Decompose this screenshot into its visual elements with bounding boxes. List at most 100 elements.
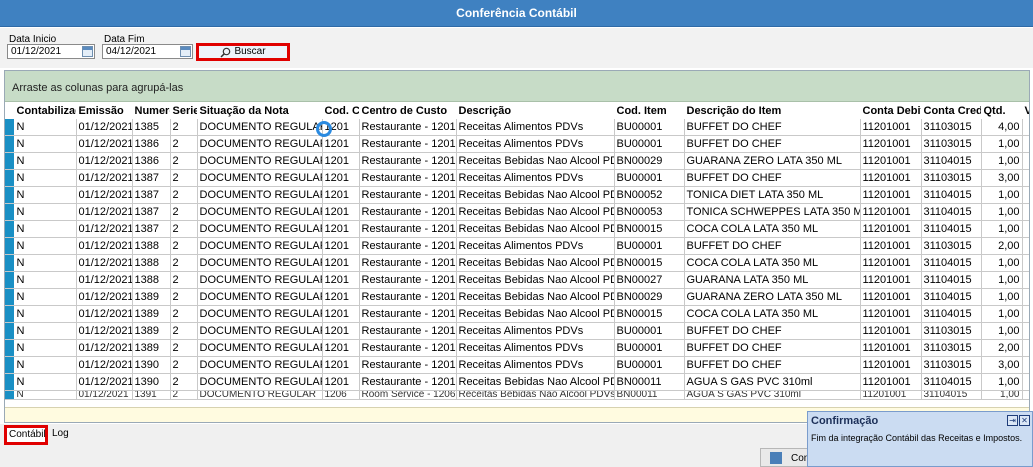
table-cell[interactable]: BN00011: [614, 373, 685, 391]
table-cell[interactable]: N: [14, 169, 77, 187]
table-cell[interactable]: 1201: [322, 322, 360, 340]
table-cell[interactable]: 2: [170, 305, 198, 323]
table-cell[interactable]: 11201001: [860, 339, 922, 357]
table-cell[interactable]: 1386: [132, 135, 171, 153]
table-cell[interactable]: N: [14, 152, 77, 170]
table-cell[interactable]: 31103015: [921, 322, 982, 340]
table-cell[interactable]: COCA COLA LATA 350 ML: [684, 305, 861, 323]
table-cell[interactable]: 1,00: [981, 271, 1023, 289]
table-cell[interactable]: 01/12/2021: [76, 220, 133, 238]
row-indicator[interactable]: [5, 356, 15, 374]
table-cell[interactable]: Receitas Bebidas Nao Alcool PDVs: [456, 152, 615, 170]
table-cell[interactable]: DOCUMENTO REGULAR: [197, 254, 323, 272]
table-cell[interactable]: Restaurante - 1201: [359, 152, 457, 170]
table-cell[interactable]: N: [14, 203, 77, 221]
table-cell[interactable]: BUFFET DO CHEF: [684, 356, 861, 374]
table-cell[interactable]: 11201001: [860, 186, 922, 204]
row-indicator[interactable]: [5, 203, 15, 221]
table-cell[interactable]: BN00053: [614, 203, 685, 221]
row-indicator[interactable]: [5, 169, 15, 187]
table-cell[interactable]: Receitas Bebidas Nao Alcool PDVs: [456, 390, 615, 400]
table-cell[interactable]: 1201: [322, 169, 360, 187]
table-cell[interactable]: 31103015: [921, 119, 982, 136]
column-header[interactable]: Descrição: [456, 102, 615, 119]
column-header[interactable]: Contabilizado: [14, 102, 77, 119]
table-cell[interactable]: N: [14, 339, 77, 357]
table-cell[interactable]: 1,00: [981, 152, 1023, 170]
table-cell[interactable]: 2: [170, 390, 198, 400]
table-cell[interactable]: N: [14, 373, 77, 391]
table-cell[interactable]: 1389: [132, 288, 171, 306]
table-cell[interactable]: N: [14, 322, 77, 340]
table-cell[interactable]: BN00052: [614, 186, 685, 204]
table-cell[interactable]: 31104015: [921, 152, 982, 170]
table-cell[interactable]: 1201: [322, 203, 360, 221]
table-cell[interactable]: 1387: [132, 203, 171, 221]
table-row[interactable]: N 01/12/2021 1390 2 DOCUMENTO REGULAR 1201 Res…: [5, 356, 1029, 374]
table-cell[interactable]: BU00001: [614, 135, 685, 153]
table-cell[interactable]: N: [14, 288, 77, 306]
table-cell[interactable]: 31103015: [921, 237, 982, 255]
table-cell[interactable]: 1387: [132, 169, 171, 187]
table-cell[interactable]: 01/12/2021: [76, 271, 133, 289]
table-cell[interactable]: 1206: [322, 390, 360, 400]
table-cell[interactable]: GUARANA ZERO LATA 350 ML: [684, 152, 861, 170]
column-header[interactable]: V: [1022, 102, 1029, 119]
table-cell[interactable]: BU00001: [614, 119, 685, 136]
table-cell[interactable]: 2: [170, 169, 198, 187]
table-cell[interactable]: 31103015: [921, 135, 982, 153]
table-cell[interactable]: 1390: [132, 373, 171, 391]
table-row[interactable]: N 01/12/2021 1388 2 DOCUMENTO REGULAR 1201 Res…: [5, 237, 1029, 255]
table-cell[interactable]: 1,00: [981, 288, 1023, 306]
table-cell[interactable]: BN00015: [614, 254, 685, 272]
table-row[interactable]: N 01/12/2021 1388 2 DOCUMENTO REGULAR 1201 Res…: [5, 271, 1029, 289]
row-indicator[interactable]: [5, 339, 15, 357]
table-cell[interactable]: N: [14, 119, 77, 136]
table-cell[interactable]: 11201001: [860, 373, 922, 391]
table-cell[interactable]: Restaurante - 1201: [359, 373, 457, 391]
table-cell[interactable]: 1201: [322, 271, 360, 289]
table-cell[interactable]: 4,00: [981, 119, 1023, 136]
table-cell[interactable]: 1201: [322, 356, 360, 374]
table-cell[interactable]: DOCUMENTO REGULAR: [197, 288, 323, 306]
table-cell[interactable]: DOCUMENTO REGULAR: [197, 356, 323, 374]
table-cell[interactable]: 1387: [132, 220, 171, 238]
table-cell[interactable]: DOCUMENTO REGULAR: [197, 271, 323, 289]
table-cell[interactable]: 1389: [132, 339, 171, 357]
table-cell[interactable]: 31104015: [921, 288, 982, 306]
table-cell[interactable]: 01/12/2021: [76, 186, 133, 204]
table-cell[interactable]: GUARANA LATA 350 ML: [684, 271, 861, 289]
table-cell[interactable]: 1387: [132, 186, 171, 204]
table-cell[interactable]: 01/12/2021: [76, 237, 133, 255]
table-cell[interactable]: 01/12/2021: [76, 322, 133, 340]
table-cell[interactable]: Restaurante - 1201: [359, 271, 457, 289]
table-cell[interactable]: N: [14, 220, 77, 238]
table-cell[interactable]: 1,00: [981, 254, 1023, 272]
table-cell[interactable]: 31104015: [921, 390, 982, 400]
table-cell[interactable]: 2: [170, 135, 198, 153]
table-row[interactable]: N 01/12/2021 1391 2 DOCUMENTO REGULAR 1206 Roo…: [5, 390, 1029, 400]
group-panel[interactable]: Arraste as colunas para agrupá-las: [5, 71, 1029, 102]
search-button[interactable]: Buscar: [196, 43, 290, 61]
table-cell[interactable]: 1,00: [981, 203, 1023, 221]
row-indicator[interactable]: [5, 135, 15, 153]
table-cell[interactable]: 11201001: [860, 119, 922, 136]
table-cell[interactable]: Receitas Bebidas Nao Alcool PDVs: [456, 220, 615, 238]
table-cell[interactable]: 1,00: [981, 220, 1023, 238]
table-cell[interactable]: BUFFET DO CHEF: [684, 169, 861, 187]
table-cell[interactable]: Receitas Bebidas Nao Alcool PDVs: [456, 271, 615, 289]
table-cell[interactable]: 31103015: [921, 356, 982, 374]
close-icon[interactable]: ✕: [1019, 415, 1030, 426]
row-indicator[interactable]: [5, 254, 15, 272]
table-cell[interactable]: 11201001: [860, 390, 922, 400]
table-cell[interactable]: 1386: [132, 152, 171, 170]
table-cell[interactable]: 01/12/2021: [76, 119, 133, 136]
table-cell[interactable]: Receitas Alimentos PDVs: [456, 322, 615, 340]
table-cell[interactable]: Receitas Alimentos PDVs: [456, 119, 615, 136]
table-cell[interactable]: 1,00: [981, 135, 1023, 153]
table-cell[interactable]: BUFFET DO CHEF: [684, 339, 861, 357]
end-date-field[interactable]: 04/12/2021: [102, 44, 193, 59]
table-cell[interactable]: 1,00: [981, 373, 1023, 391]
row-indicator[interactable]: [5, 220, 15, 238]
row-indicator[interactable]: [5, 152, 15, 170]
